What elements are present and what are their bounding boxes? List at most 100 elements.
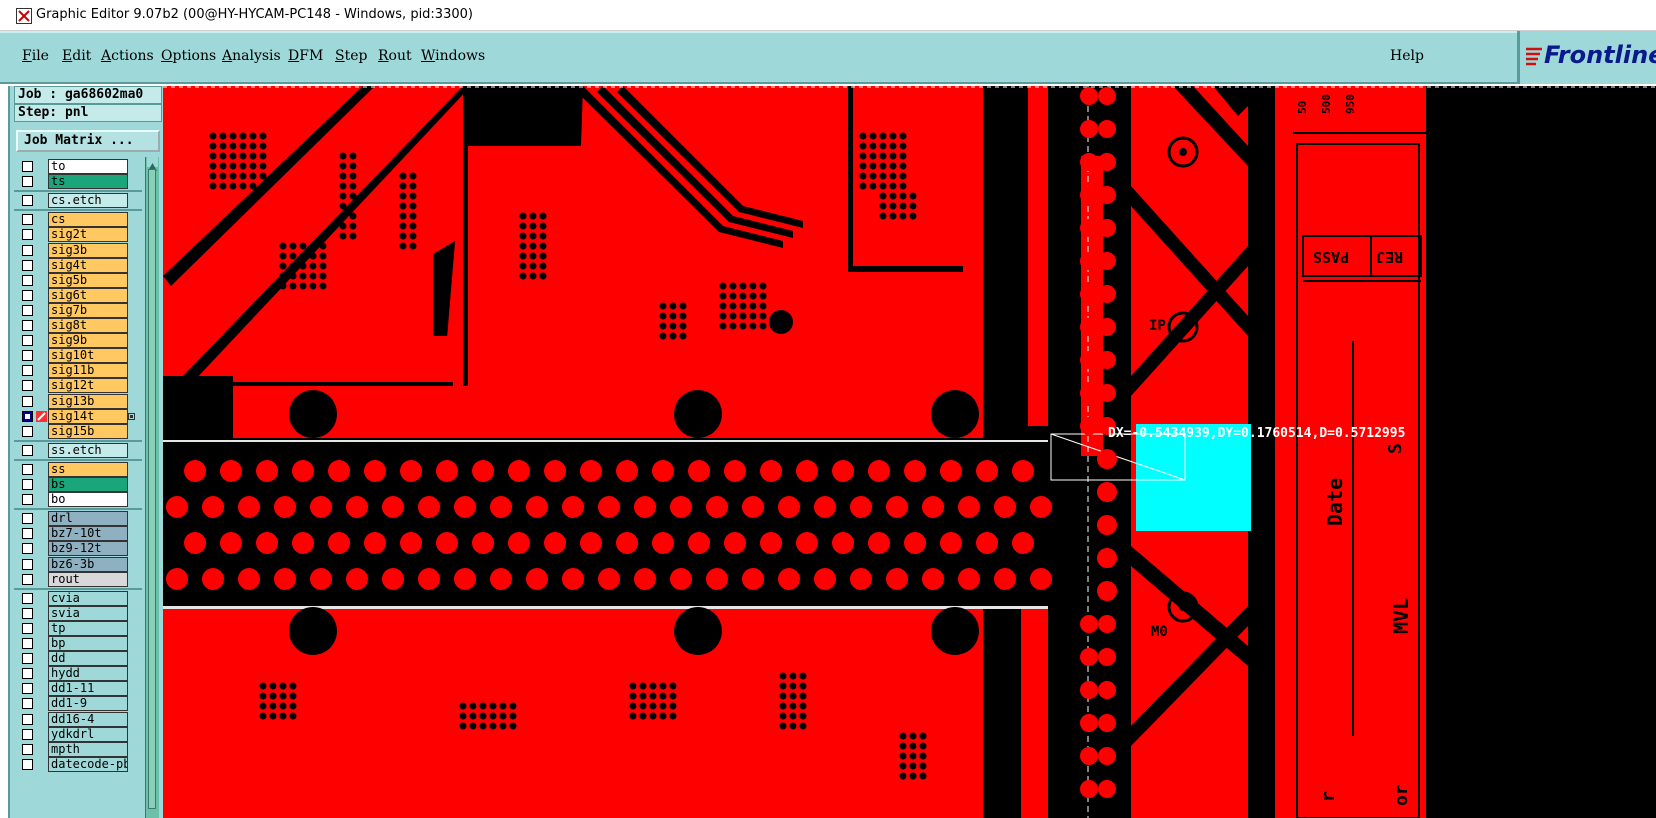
layer-name[interactable]: dd16-4 [48,711,128,727]
layer-row[interactable]: sig14t [18,408,143,424]
layer-display-checkbox[interactable] [22,653,33,665]
layer-row[interactable]: dd16-4 [18,711,143,727]
layer-display-checkbox[interactable] [22,728,33,740]
layer-name[interactable]: sig2t [48,227,128,243]
layer-display-checkbox[interactable] [22,161,33,172]
layer-display-checkbox[interactable] [22,758,33,770]
layer-row[interactable]: to [18,159,143,174]
layer-name[interactable]: cs.etch [48,193,128,209]
layer-name[interactable]: dd1-9 [48,696,128,712]
layer-display-checkbox[interactable] [22,698,33,710]
layer-row[interactable]: bs [18,477,143,492]
layer-name[interactable]: cs [48,212,128,228]
layer-name[interactable]: ydkdrl [48,726,128,742]
layer-display-checkbox[interactable] [22,304,33,316]
layer-name[interactable]: sig4t [48,257,128,273]
layer-row[interactable]: cs [18,212,143,228]
layer-name[interactable]: sig15b [48,423,128,439]
menu-actions[interactable]: Actions [101,48,154,64]
layer-display-checkbox[interactable] [22,244,33,256]
layer-display-checkbox[interactable] [22,528,33,540]
layer-name[interactable]: dd1-11 [48,681,128,697]
layer-row[interactable]: sig2t [18,227,143,243]
layer-row[interactable]: cs.etch [18,193,143,209]
layer-name[interactable]: hydd [48,666,128,682]
layer-row[interactable]: drl [18,511,143,527]
layer-display-checkbox[interactable] [22,289,33,301]
layer-row[interactable]: ss.etch [18,442,143,458]
layer-name[interactable]: bs [48,477,128,492]
graphic-canvas[interactable]: DX=-0.5434939,DY=0.1760514,D=0.5712995 5… [163,86,1656,818]
scroll-thumb[interactable] [148,169,156,809]
layer-name[interactable]: sig3b [48,242,128,258]
layer-name[interactable]: svia [48,605,128,621]
layer-name[interactable]: bz6-3b [48,556,128,572]
layer-list-scrollbar[interactable] [145,157,159,818]
layer-name[interactable]: sig11b [48,363,128,379]
layer-row[interactable]: dd1-11 [18,681,143,697]
layer-display-checkbox[interactable] [22,395,33,407]
layer-name[interactable]: cvia [48,590,128,606]
layer-name[interactable]: sig5b [48,272,128,288]
layer-name[interactable]: bz9-12t [48,541,128,557]
menu-help[interactable]: Help [1390,48,1424,64]
layer-display-checkbox[interactable] [22,494,33,506]
layer-display-checkbox[interactable] [22,558,33,570]
layer-name[interactable]: sig6t [48,287,128,303]
layer-display-checkbox[interactable] [22,607,33,619]
layer-row[interactable]: svia [18,605,143,621]
layer-name[interactable]: ss [48,461,128,477]
layer-display-checkbox[interactable] [22,259,33,271]
layer-row[interactable]: ss [18,461,143,477]
layer-display-checkbox[interactable] [22,668,33,680]
layer-name[interactable]: bz7-10t [48,526,128,542]
scroll-up-arrow-icon[interactable] [147,157,158,171]
layer-row[interactable]: sig10t [18,348,143,364]
layer-name[interactable]: ts [48,174,128,190]
layer-row[interactable]: ts [18,174,143,190]
layer-row[interactable]: hydd [18,666,143,682]
layer-display-checkbox[interactable] [22,638,33,649]
layer-display-checkbox[interactable] [22,410,33,422]
layer-display-checkbox[interactable] [22,195,33,207]
layer-row[interactable]: bz7-10t [18,526,143,542]
menu-windows[interactable]: Windows [421,48,485,64]
layer-name[interactable]: to [48,159,128,174]
layer-name[interactable]: sig14t [48,408,128,424]
layer-row[interactable]: sig5b [18,272,143,288]
menu-rout[interactable]: Rout [378,48,412,64]
layer-row[interactable]: sig7b [18,302,143,318]
layer-display-checkbox[interactable] [22,365,33,377]
layer-row[interactable]: sig9b [18,333,143,349]
layer-row[interactable]: cvia [18,590,143,606]
layer-display-checkbox[interactable] [22,592,33,604]
layer-display-checkbox[interactable] [22,444,33,456]
layer-display-checkbox[interactable] [22,350,33,362]
layer-row[interactable]: sig8t [18,318,143,333]
layer-display-checkbox[interactable] [22,274,33,286]
layer-display-checkbox[interactable] [22,743,33,755]
layer-name[interactable]: bo [48,492,128,508]
layer-name[interactable]: mpth [48,741,128,757]
layer-display-checkbox[interactable] [22,463,33,475]
layer-row[interactable]: sig15b [18,423,143,439]
layer-display-checkbox[interactable] [22,479,33,490]
layer-name[interactable]: sig13b [48,393,128,409]
menu-dfm[interactable]: DFM [288,48,323,64]
layer-row[interactable]: sig12t [18,378,143,394]
layer-row[interactable]: dd1-9 [18,696,143,712]
layer-row[interactable]: sig4t [18,257,143,273]
layer-row[interactable]: bo [18,492,143,508]
layer-name[interactable]: datecode-pbc [48,756,128,772]
layer-display-checkbox[interactable] [22,713,33,725]
layer-name[interactable]: drl [48,511,128,527]
layer-row[interactable]: mpth [18,741,143,757]
layer-row[interactable]: sig3b [18,242,143,258]
layer-display-checkbox[interactable] [22,622,33,634]
menu-edit[interactable]: Edit [62,48,91,64]
layer-name[interactable]: tp [48,620,128,636]
layer-name[interactable]: dd [48,651,128,667]
layer-row[interactable]: datecode-pbc [18,756,143,772]
layer-name[interactable]: sig8t [48,318,128,333]
layer-row[interactable]: bp [18,636,143,651]
